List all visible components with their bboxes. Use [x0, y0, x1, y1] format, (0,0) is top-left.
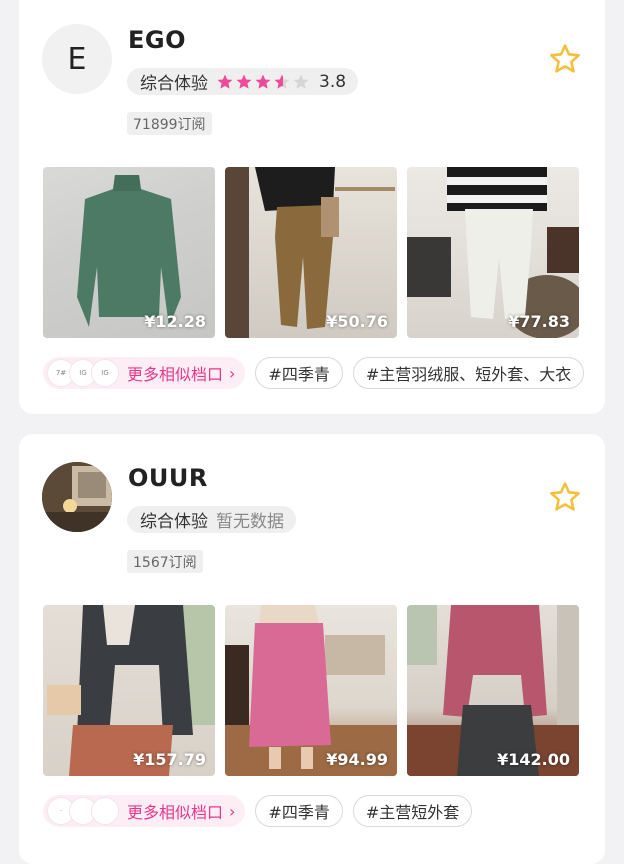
shop-tag[interactable]: #主营羽绒服、短外套、大衣 — [352, 357, 585, 389]
product-card[interactable]: ¥77.83 — [407, 167, 579, 338]
empty-star-icon — [293, 74, 309, 89]
rating-stars — [216, 73, 311, 91]
more-similar-button[interactable]: · 更多相似档口 › — [43, 795, 246, 827]
rating-pill: 综合体验 3.8 — [127, 68, 359, 95]
shop-name[interactable]: OUUR — [128, 464, 208, 492]
shop-name[interactable]: EGO — [128, 26, 186, 54]
rating-label: 综合体验 — [140, 74, 208, 94]
avatar-letter: E — [67, 41, 87, 77]
rating-pill: 综合体验 暂无数据 — [127, 506, 296, 533]
star-icon — [255, 74, 271, 89]
more-similar-label: 更多相似档口 — [127, 365, 224, 384]
shop-tag[interactable]: #主营短外套 — [352, 795, 473, 827]
shop-tag[interactable]: #四季青 — [255, 357, 343, 389]
rating-score: 3.8 — [319, 71, 347, 92]
similar-shop-thumb: IG — [91, 359, 119, 387]
chevron-right-icon: › — [229, 801, 236, 821]
product-price: ¥142.00 — [497, 750, 570, 769]
product-photos: ¥157.79 ¥94.99 ¥142.00 — [43, 605, 579, 776]
product-card[interactable]: ¥50.76 — [225, 167, 397, 338]
half-star-icon — [274, 74, 290, 89]
similar-shop-thumb — [91, 797, 119, 825]
product-card[interactable]: ¥94.99 — [225, 605, 397, 776]
product-price: ¥50.76 — [326, 312, 388, 331]
more-similar-button[interactable]: 7# IG IG 更多相似档口 › — [43, 357, 246, 389]
shop-avatar[interactable] — [42, 462, 112, 532]
product-price: ¥94.99 — [326, 750, 388, 769]
similar-shop-thumbs: · — [47, 797, 119, 825]
shop-tags-row: · 更多相似档口 › #四季青 #主营短外套 — [43, 795, 473, 827]
product-price: ¥12.28 — [144, 312, 206, 331]
product-price: ¥77.83 — [508, 312, 570, 331]
favorite-star-icon[interactable] — [548, 42, 582, 76]
rating-label: 综合体验 — [140, 512, 208, 532]
similar-shop-thumbs: 7# IG IG — [47, 359, 119, 387]
subscriber-count: 71899订阅 — [127, 112, 212, 135]
shop-tags-row: 7# IG IG 更多相似档口 › #四季青 #主营羽绒服、短外套、大衣 — [43, 357, 585, 389]
more-similar-label: 更多相似档口 — [127, 803, 224, 822]
star-icon — [236, 74, 252, 89]
product-card[interactable]: ¥142.00 — [407, 605, 579, 776]
product-photos: ¥12.28 ¥50.76 ¥77.83 — [43, 167, 579, 338]
product-card[interactable]: ¥12.28 — [43, 167, 215, 338]
shop-card[interactable]: OUUR 综合体验 暂无数据 1567订阅 ¥157.79 ¥94.99 ¥14… — [19, 434, 605, 864]
favorite-star-icon[interactable] — [548, 480, 582, 514]
product-card[interactable]: ¥157.79 — [43, 605, 215, 776]
product-price: ¥157.79 — [133, 750, 206, 769]
rating-empty-text: 暂无数据 — [216, 512, 284, 532]
star-icon — [217, 74, 233, 89]
subscriber-count: 1567订阅 — [127, 550, 203, 573]
shop-avatar-image — [42, 462, 112, 532]
shop-card[interactable]: E EGO 综合体验 3.8 71899订阅 ¥12.28 ¥50.76 ¥77… — [19, 0, 605, 414]
chevron-right-icon: › — [229, 363, 236, 383]
shop-tag[interactable]: #四季青 — [255, 795, 343, 827]
shop-avatar[interactable]: E — [42, 24, 112, 94]
